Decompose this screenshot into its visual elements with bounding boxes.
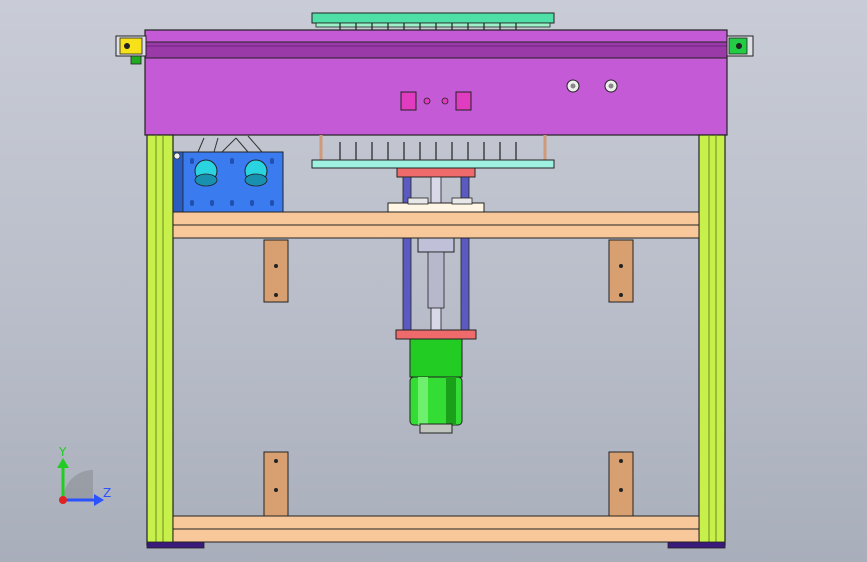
triad-arc [63,470,93,500]
cad-viewport[interactable]: Y Z [0,0,867,562]
top-housing [115,29,754,136]
blue-control-panel [172,135,284,213]
machine-drawing: Y Z [57,12,754,549]
left-pink-switch-icon [400,91,417,111]
axis-z-label: Z [103,486,111,500]
lower-comb-plate [311,135,555,169]
right-pink-switch-icon [455,91,472,111]
top-comb-assembly [311,12,555,30]
axis-y-label: Y [58,445,67,459]
shaft-assembly [387,167,485,340]
motor [409,338,463,434]
axis-triad-icon: Y Z [57,445,111,506]
